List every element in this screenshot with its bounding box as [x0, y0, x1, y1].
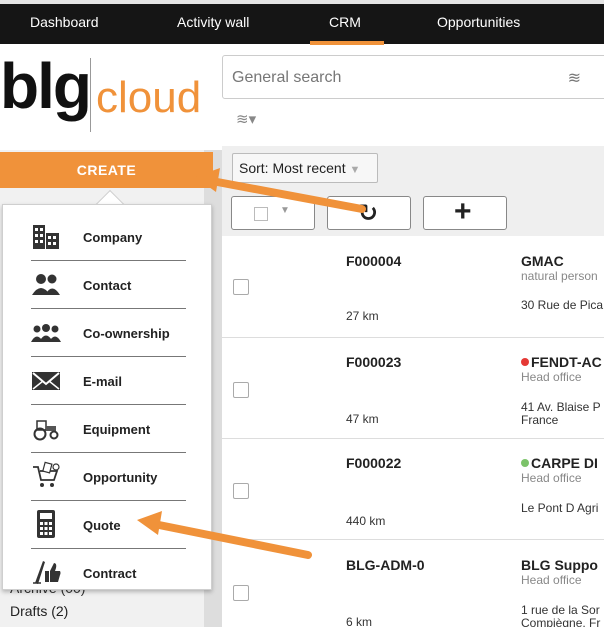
menu-item-label: Opportunity	[83, 470, 158, 485]
menu-item-label: E-mail	[83, 374, 123, 389]
drafts-link[interactable]: Drafts (2)	[10, 603, 68, 619]
pen-thumb-icon	[33, 561, 61, 584]
table-row[interactable]: BLG-ADM-0 6 km BLG Suppo Head office 1 r…	[222, 541, 604, 627]
menu-item-label: Company	[83, 230, 143, 245]
row-distance: 47 km	[346, 412, 379, 426]
create-button[interactable]: CREATE	[0, 152, 213, 188]
row-code: F000004	[346, 253, 402, 269]
menu-item-contract[interactable]: Contract	[31, 549, 186, 597]
sort-select[interactable]: Sort: Most recent ▼	[232, 153, 378, 183]
menu-item-label: Quote	[83, 518, 121, 533]
sort-dropdown-icon: ▼	[349, 164, 361, 176]
row-subtitle: natural person	[521, 269, 598, 283]
co-ownership-icon	[31, 324, 61, 342]
active-tab-indicator	[310, 41, 384, 45]
table-row[interactable]: F000004 27 km GMAC natural person 30 Rue…	[222, 237, 604, 338]
row-checkbox[interactable]	[233, 279, 249, 295]
menu-item-co-ownership[interactable]: Co-ownership	[31, 309, 186, 357]
status-dot-green	[521, 459, 529, 467]
nav-dashboard[interactable]: Dashboard	[30, 14, 99, 30]
row-checkbox[interactable]	[233, 382, 249, 398]
row-distance: 27 km	[346, 309, 379, 323]
table-row[interactable]: F000023 47 km FENDT-AC Head office 41 Av…	[222, 338, 604, 439]
row-address-line2: Compiègne, Fr	[521, 616, 601, 627]
row-code: BLG-ADM-0	[346, 557, 425, 573]
layers-icon[interactable]: ≋	[568, 68, 581, 88]
sort-label: Sort: Most recent	[239, 160, 346, 176]
plus-icon: +	[454, 195, 472, 228]
row-address: 30 Rue de Pica	[521, 298, 604, 312]
refresh-icon: ↻	[358, 200, 379, 227]
logo-text-cloud: cloud	[96, 73, 202, 122]
logo-text-blg: blg	[0, 50, 92, 122]
row-distance: 6 km	[346, 615, 373, 627]
select-dropdown-icon: ▼	[280, 205, 290, 216]
menu-item-label: Contact	[83, 278, 132, 293]
row-code: F000022	[346, 455, 402, 471]
row-distance: 440 km	[346, 514, 386, 528]
nav-activity-wall[interactable]: Activity wall	[177, 14, 249, 30]
status-dot-red	[521, 358, 529, 366]
top-nav-bar: Dashboard Activity wall CRM Opportunitie…	[0, 0, 604, 45]
row-name[interactable]: GMAC	[521, 253, 564, 269]
app-logo: blg cloud	[0, 50, 222, 138]
layers-filter-icon[interactable]: ≋▾	[236, 110, 256, 128]
row-name[interactable]: FENDT-AC	[521, 354, 602, 370]
row-name[interactable]: BLG Suppo	[521, 557, 598, 573]
menu-item-label: Contract	[83, 566, 137, 581]
cart-icon	[33, 461, 60, 487]
menu-item-quote[interactable]: Quote	[31, 501, 186, 549]
nav-crm[interactable]: CRM	[329, 14, 361, 30]
row-checkbox[interactable]	[233, 483, 249, 499]
menu-item-label: Equipment	[83, 422, 151, 437]
menu-item-company[interactable]: Company	[31, 213, 186, 261]
row-subtitle: Head office	[521, 370, 582, 384]
refresh-button[interactable]: ↻	[327, 196, 411, 230]
nav-opportunities[interactable]: Opportunities	[437, 14, 520, 30]
row-address: Le Pont D Agri	[521, 501, 599, 515]
row-code: F000023	[346, 354, 402, 370]
menu-item-label: Co-ownership	[83, 326, 170, 341]
search-placeholder: General search	[232, 69, 342, 86]
row-name-text: FENDT-AC	[531, 354, 602, 370]
menu-item-opportunity[interactable]: Opportunity	[31, 453, 186, 501]
menu-item-email[interactable]: E-mail	[31, 357, 186, 405]
general-search-input[interactable]: General search ≋	[222, 55, 604, 99]
menu-item-equipment[interactable]: Equipment	[31, 405, 186, 453]
row-name[interactable]: CARPE DI	[521, 455, 598, 471]
menu-item-contact[interactable]: Contact	[31, 261, 186, 309]
select-all-checkbox[interactable]	[254, 207, 268, 221]
envelope-icon	[32, 372, 60, 390]
calculator-icon	[37, 510, 55, 538]
create-dropdown-menu: Company Contact Co-ownership E-mail Equi…	[2, 204, 212, 590]
building-icon	[33, 225, 59, 249]
row-name-text: CARPE DI	[531, 455, 598, 471]
row-subtitle: Head office	[521, 573, 582, 587]
tractor-icon	[33, 420, 59, 441]
contact-icon	[32, 274, 60, 295]
table-row[interactable]: F000022 440 km CARPE DI Head office Le P…	[222, 439, 604, 540]
row-subtitle: Head office	[521, 471, 582, 485]
add-button[interactable]: +	[423, 195, 507, 230]
select-all-button[interactable]: ▼	[231, 196, 315, 230]
row-address-line2: France	[521, 413, 559, 427]
logo-divider	[90, 58, 91, 132]
row-checkbox[interactable]	[233, 585, 249, 601]
